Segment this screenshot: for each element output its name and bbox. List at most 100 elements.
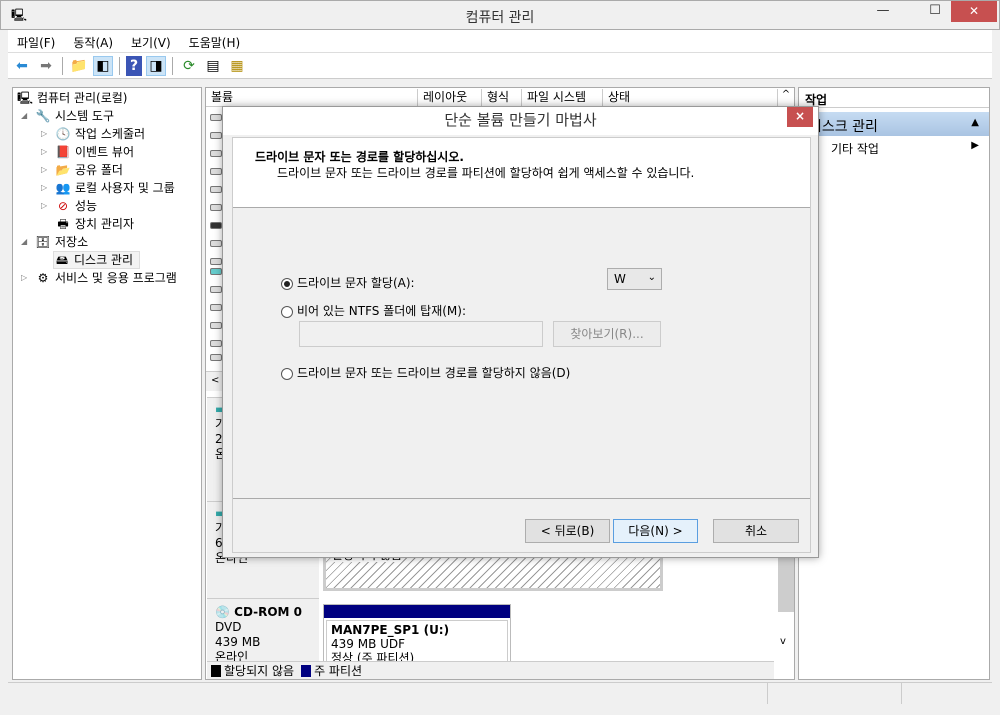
column-volume[interactable]: 볼륨 (206, 89, 418, 107)
tools-icon: 🔧 (35, 109, 51, 123)
volume-row-icon[interactable] (210, 340, 222, 347)
column-status[interactable]: 상태 (603, 89, 778, 107)
radio-no-letter[interactable]: 드라이브 문자 또는 드라이브 경로를 할당하지 않음(D) (281, 364, 570, 381)
divider (233, 498, 810, 499)
radio-selected[interactable] (281, 277, 293, 290)
volume-row-icon[interactable] (210, 304, 222, 311)
title-bar: 🖳 컴퓨터 관리 — ☐ ✕ (0, 0, 1000, 30)
volume-row-icon[interactable] (210, 258, 222, 265)
users-icon: 👥 (55, 181, 71, 195)
collapse-arrow-icon[interactable]: ◢ (21, 107, 31, 125)
volume-row-icon[interactable] (210, 204, 222, 211)
tree-label: 성능 (75, 199, 98, 213)
volume-row-icon[interactable] (210, 286, 222, 293)
event-log-icon: 📕 (55, 145, 71, 159)
primary-partition-bar (324, 605, 510, 618)
browse-button[interactable]: 찾아보기(R)... (553, 321, 661, 347)
menu-view[interactable]: 보기(V) (122, 30, 180, 52)
volume-row-icon[interactable] (210, 268, 222, 275)
tree-item-task-scheduler[interactable]: ▷ 🕓 작업 스케줄러 (41, 125, 145, 143)
back-icon[interactable]: ⬅ (12, 56, 32, 76)
separator (62, 56, 63, 75)
volume-row-icon[interactable] (210, 114, 222, 121)
scroll-up-arrow[interactable]: ^ (778, 89, 794, 107)
disk-size: 439 MB (215, 635, 261, 649)
separator (172, 56, 173, 75)
column-layout[interactable]: 레이아웃 (418, 89, 482, 107)
close-button[interactable]: ✕ (951, 1, 997, 22)
folder-path-input[interactable] (299, 321, 543, 347)
dialog-close-button[interactable]: × (787, 107, 813, 127)
actions-section-disk-management[interactable]: 디스크 관리 ▲ (799, 112, 989, 136)
collapse-arrow-icon[interactable]: ◢ (21, 233, 31, 251)
radio-mount-folder[interactable]: 비어 있는 NTFS 폴더에 탑재(M): (281, 302, 466, 319)
up-folder-icon[interactable]: 📁 (69, 56, 89, 76)
minimize-button[interactable]: — (861, 1, 905, 23)
tree-item-disk-management[interactable]: 🖴 디스크 관리 (53, 251, 141, 269)
expand-arrow-icon[interactable]: ▷ (41, 197, 51, 215)
volume-row-icon[interactable] (210, 150, 222, 157)
radio-unselected[interactable] (281, 305, 293, 318)
scroll-down-arrow[interactable]: v (780, 636, 786, 647)
tree-item-event-viewer[interactable]: ▷ 📕 이벤트 뷰어 (41, 143, 134, 161)
tree-root[interactable]: 🖳 컴퓨터 관리(로컬) (17, 89, 127, 107)
help-icon[interactable]: ? (126, 55, 142, 76)
volume-row-icon[interactable] (210, 222, 222, 229)
tree-item-storage[interactable]: ◢ 🗄 저장소 (21, 233, 88, 251)
status-pane (8, 683, 768, 704)
legend-swatch-unallocated (211, 664, 221, 677)
volume-row-icon[interactable] (210, 186, 222, 193)
radio-assign-letter[interactable]: 드라이브 문자 할당(A): (281, 274, 415, 291)
tree-item-local-users[interactable]: ▷ 👥 로컬 사용자 및 그룹 (41, 179, 175, 197)
expand-arrow-icon[interactable]: ▷ (41, 179, 51, 197)
tree-label: 로컬 사용자 및 그룹 (75, 181, 175, 195)
properties-icon[interactable]: ▤ (203, 56, 223, 76)
tree-item-device-manager[interactable]: 🖶 장치 관리자 (55, 215, 134, 233)
tree-item-services-apps[interactable]: ▷ ⚙ 서비스 및 응용 프로그램 (21, 269, 177, 287)
show-hide-action-icon[interactable]: ◨ (146, 55, 166, 76)
tree-item-shared-folders[interactable]: ▷ 📂 공유 폴더 (41, 161, 123, 179)
storage-icon: 🗄 (35, 235, 51, 249)
dialog-title: 단순 볼륨 만들기 마법사 (223, 107, 818, 135)
menu-help[interactable]: 도움말(H) (180, 30, 250, 52)
performance-icon: ⊘ (57, 199, 69, 213)
expand-arrow-icon[interactable]: ▷ (41, 125, 51, 143)
clock-icon: 🕓 (55, 127, 71, 141)
scroll-left-arrow[interactable]: < (206, 375, 219, 386)
refresh-icon[interactable]: ⟳ (179, 56, 199, 76)
actions-item-more[interactable]: 기타 작업 ▶ (799, 136, 989, 158)
status-bar (8, 682, 992, 704)
drive-letter-select[interactable]: W ⌄ (607, 268, 662, 290)
export-icon[interactable]: ▦ (227, 56, 247, 76)
next-button[interactable]: 다음(N) > (613, 519, 698, 543)
device-manager-icon: 🖶 (57, 217, 69, 231)
legend-label: 주 파티션 (314, 664, 363, 678)
forward-icon[interactable]: ➡ (36, 56, 56, 76)
column-type[interactable]: 형식 (482, 89, 522, 107)
expand-arrow-icon[interactable]: ▷ (41, 143, 51, 161)
menu-file[interactable]: 파일(F) (8, 30, 64, 52)
cdrom-icon: 💿 (215, 605, 230, 619)
volume-row-icon[interactable] (210, 168, 222, 175)
cancel-button[interactable]: 취소 (713, 519, 799, 543)
radio-unselected[interactable] (281, 367, 293, 380)
volume-row-icon[interactable] (210, 354, 222, 361)
menu-action[interactable]: 동작(A) (64, 30, 122, 52)
cdrom-info[interactable]: 💿 CD-ROM 0 DVD 439 MB 온라인 (207, 598, 319, 668)
option-label: 드라이브 문자 또는 드라이브 경로를 할당하지 않음(D) (297, 366, 571, 380)
cdrom-volume[interactable]: MAN7PE_SP1 (U:) 439 MB UDF 정상 (주 파티션) (323, 604, 511, 668)
expand-arrow-icon[interactable]: ▷ (41, 161, 51, 179)
volume-row-icon[interactable] (210, 240, 222, 247)
option-label: 드라이브 문자 할당(A): (297, 276, 415, 290)
show-hide-tree-icon[interactable]: ◧ (93, 55, 113, 76)
volume-row-icon[interactable] (210, 132, 222, 139)
collapse-up-icon[interactable]: ▲ (971, 117, 979, 128)
tree-item-system-tools[interactable]: ◢ 🔧 시스템 도구 (21, 107, 114, 125)
disk-type: DVD (215, 620, 242, 634)
back-button[interactable]: < 뒤로(B) (525, 519, 610, 543)
tree-item-performance[interactable]: ▷ ⊘ 성능 (41, 197, 97, 215)
column-file-system[interactable]: 파일 시스템 (522, 89, 603, 107)
volume-row-icon[interactable] (210, 322, 222, 329)
expand-arrow-icon[interactable]: ▷ (21, 269, 31, 287)
tree-label: 디스크 관리 (74, 253, 134, 267)
